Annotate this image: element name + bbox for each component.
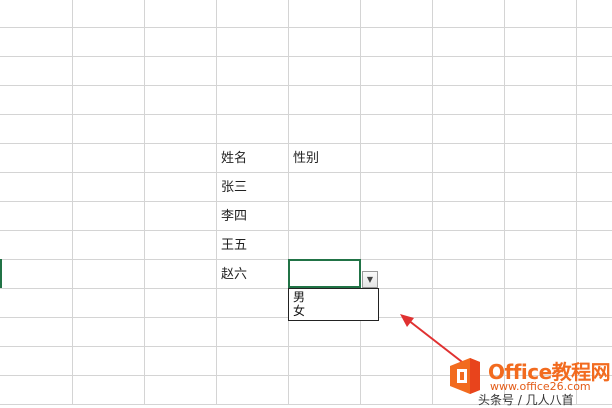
annotation-arrow	[400, 314, 467, 366]
watermark-author: 头条号 / 几人八首	[478, 393, 574, 407]
office-logo-icon	[450, 358, 480, 394]
watermark: Office教程网 www.office26.com 头条号 / 几人八首	[444, 354, 612, 407]
spreadsheet-grid[interactable]: 姓名 性别 张三 李四 王五 赵六 ▼ 男 女 Office教程网 www.of…	[0, 0, 612, 407]
